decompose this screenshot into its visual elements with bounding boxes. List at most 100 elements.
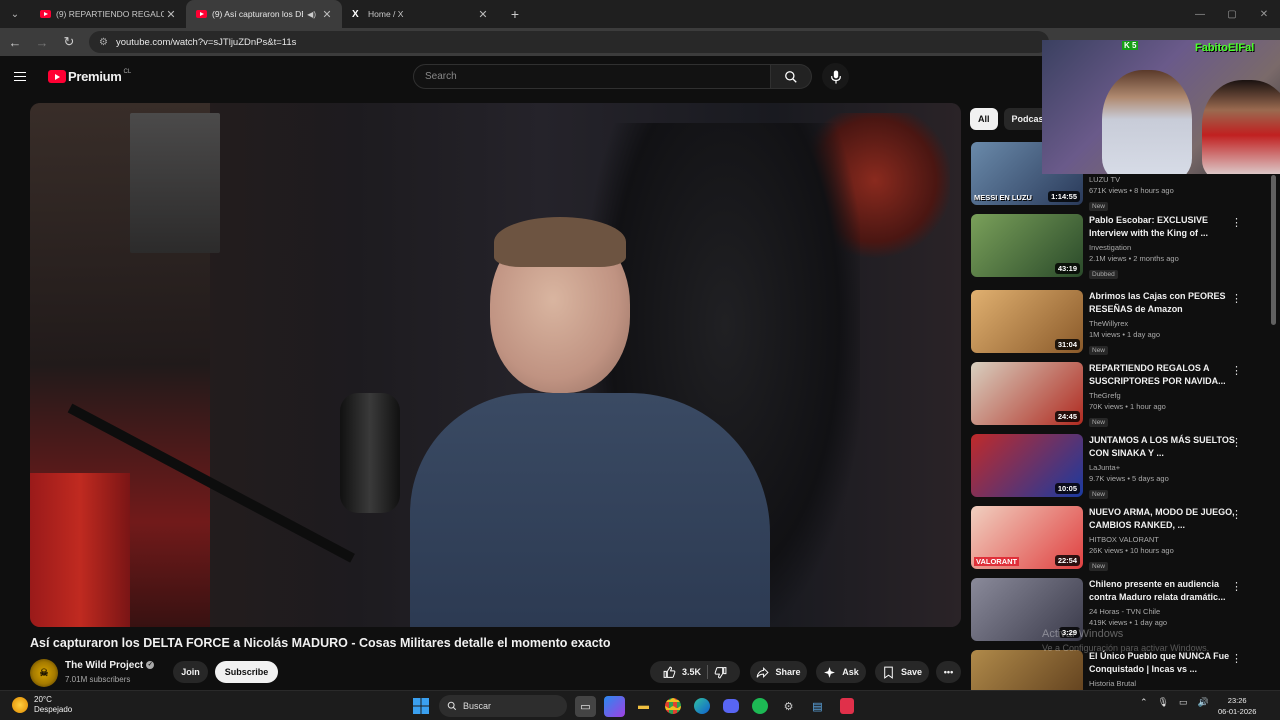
menu-icon[interactable] (14, 69, 34, 85)
more-vertical-icon[interactable]: ⋮ (1231, 436, 1242, 450)
notepad-icon[interactable]: ▤ (807, 696, 828, 717)
edge-icon[interactable] (691, 696, 712, 717)
search-button[interactable] (771, 64, 812, 89)
discord-icon[interactable] (720, 696, 741, 717)
chrome-icon[interactable] (662, 696, 683, 717)
like-icon[interactable] (663, 666, 676, 679)
more-actions-button[interactable]: ••• (936, 661, 961, 683)
more-vertical-icon[interactable]: ⋮ (1231, 580, 1242, 594)
forward-icon[interactable]: → (30, 30, 54, 54)
channel-name[interactable]: The Wild Project ✓ (65, 660, 155, 671)
back-icon[interactable]: ← (3, 30, 27, 54)
close-tab-icon[interactable]: ✕ (320, 8, 334, 21)
search-input[interactable]: Search (413, 64, 771, 89)
like-dislike-group: 3.5K (650, 661, 740, 683)
share-icon (757, 666, 770, 678)
poster-background (130, 113, 220, 253)
youtube-favicon-icon (40, 10, 51, 18)
new-badge: New (1089, 562, 1109, 571)
rec-item[interactable]: 43:19 Pablo Escobar: EXCLUSIVE Interview… (971, 214, 1271, 280)
rec-thumbnail[interactable]: 43:19 (971, 214, 1083, 277)
microphone-icon (830, 69, 841, 84)
join-button[interactable]: Join (173, 661, 208, 683)
bookmark-icon (884, 666, 893, 679)
more-vertical-icon[interactable]: ⋮ (1231, 652, 1242, 666)
dubbed-badge: Dubbed (1089, 270, 1118, 279)
rec-item[interactable]: 10:05 JUNTAMOS A LOS MÁS SUELTOS CON SIN… (971, 434, 1271, 500)
voice-search-button[interactable] (822, 63, 849, 90)
tab-delta-force[interactable]: (9) Así capturaron los DELTA ◀) ✕ (186, 0, 342, 28)
red-can-background (30, 473, 130, 627)
dislike-icon[interactable] (714, 666, 727, 679)
more-vertical-icon[interactable]: ⋮ (1231, 292, 1242, 306)
file-explorer-icon[interactable]: ▬ (633, 696, 654, 717)
clock[interactable]: 23:26 06-01-2026 (1218, 695, 1256, 717)
overlay-badge: K 5 (1122, 41, 1139, 50)
new-badge: New (1089, 418, 1109, 427)
task-view-icon[interactable]: ▭ (575, 695, 596, 717)
copilot-icon[interactable] (604, 695, 625, 717)
rec-thumbnail[interactable]: 31:04 (971, 290, 1083, 353)
new-badge: New (1089, 346, 1109, 355)
subscribe-button[interactable]: Subscribe (215, 661, 278, 683)
taskbar: 20°C Despejado Buscar ▭ ▬ ⚙ ▤ ⌃ 🎙 ▭ 🔊 23… (0, 690, 1280, 720)
tab-regalos[interactable]: (9) REPARTIENDO REGALOS A S ✕ (30, 0, 186, 28)
rec-item[interactable]: VALORANT 22:54 NUEVO ARMA, MODO DE JUEGO… (971, 506, 1271, 572)
close-tab-icon[interactable]: ✕ (476, 8, 490, 21)
presenter (410, 217, 770, 627)
tab-x-home[interactable]: X Home / X ✕ (342, 0, 498, 28)
streamer-tag: FabitoElFal (1195, 42, 1255, 54)
tab-search-icon[interactable]: ⌄ (4, 4, 26, 24)
volume-icon[interactable]: 🔊 (1198, 697, 1209, 708)
weather-widget[interactable]: 20°C Despejado (12, 695, 72, 715)
scrollbar[interactable] (1271, 175, 1276, 325)
window-controls: — ▢ ✕ (1184, 0, 1280, 28)
settings-icon[interactable]: ⚙ (778, 696, 799, 717)
speaker-icon[interactable]: ◀) (307, 10, 316, 19)
sun-icon (12, 697, 28, 713)
taskbar-search[interactable]: Buscar (439, 695, 567, 717)
minimize-icon[interactable]: — (1184, 0, 1216, 28)
site-info-icon[interactable]: ⚙ (99, 37, 108, 48)
rec-item[interactable]: 24:45 REPARTIENDO REGALOS A SUSCRIPTORES… (971, 362, 1271, 428)
maximize-icon[interactable]: ▢ (1216, 0, 1248, 28)
reload-icon[interactable]: ↻ (57, 30, 81, 54)
sparkle-icon (824, 666, 836, 678)
new-tab-button[interactable]: + (504, 6, 526, 22)
search-icon (447, 701, 457, 711)
close-window-icon[interactable]: ✕ (1248, 0, 1280, 28)
rec-thumbnail[interactable] (971, 650, 1083, 690)
browser-tab-bar: ⌄ (9) REPARTIENDO REGALOS A S ✕ (9) Así … (0, 0, 1280, 28)
youtube-favicon-icon (196, 10, 207, 18)
more-vertical-icon[interactable]: ⋮ (1231, 508, 1242, 522)
rec-thumbnail[interactable]: 10:05 (971, 434, 1083, 497)
channel-row: ☠ The Wild Project ✓ 7.01M subscribers Jo… (30, 658, 970, 688)
close-tab-icon[interactable]: ✕ (164, 8, 178, 21)
filter-chips: All Podcas (970, 108, 1052, 130)
spotify-icon[interactable] (749, 696, 770, 717)
rec-item[interactable]: El Único Pueblo que NUNCA Fue Conquistad… (971, 650, 1271, 690)
windows-start-icon[interactable] (410, 696, 431, 717)
video-player[interactable] (30, 103, 961, 627)
url-field[interactable]: ⚙ youtube.com/watch?v=sJTljuZDnPs&t=11s (89, 31, 1049, 53)
chip-all[interactable]: All (970, 108, 998, 130)
more-vertical-icon[interactable]: ⋮ (1231, 216, 1242, 230)
network-icon[interactable]: ▭ (1179, 697, 1188, 708)
windows-watermark: Activar Windows (1042, 628, 1124, 640)
webcam-overlay: K 5 FabitoElFal (1042, 40, 1280, 174)
ask-button[interactable]: Ask (816, 661, 866, 683)
share-button[interactable]: Share (750, 661, 807, 683)
rec-thumbnail[interactable]: VALORANT 22:54 (971, 506, 1083, 569)
microphone-icon[interactable]: 🎙 (1158, 697, 1169, 708)
channel-avatar[interactable]: ☠ (30, 659, 58, 687)
youtube-logo[interactable]: Premium CL (48, 69, 131, 84)
save-button[interactable]: Save (875, 661, 929, 683)
subscriber-count: 7.01M subscribers (65, 675, 131, 684)
rec-item[interactable]: 31:04 Abrimos las Cajas con PEORES RESEÑ… (971, 290, 1271, 356)
chevron-up-icon[interactable]: ⌃ (1140, 697, 1148, 708)
app-icon[interactable] (836, 696, 857, 717)
like-count[interactable]: 3.5K (682, 667, 701, 677)
more-vertical-icon[interactable]: ⋮ (1231, 364, 1242, 378)
verified-icon: ✓ (146, 661, 155, 670)
rec-thumbnail[interactable]: 24:45 (971, 362, 1083, 425)
